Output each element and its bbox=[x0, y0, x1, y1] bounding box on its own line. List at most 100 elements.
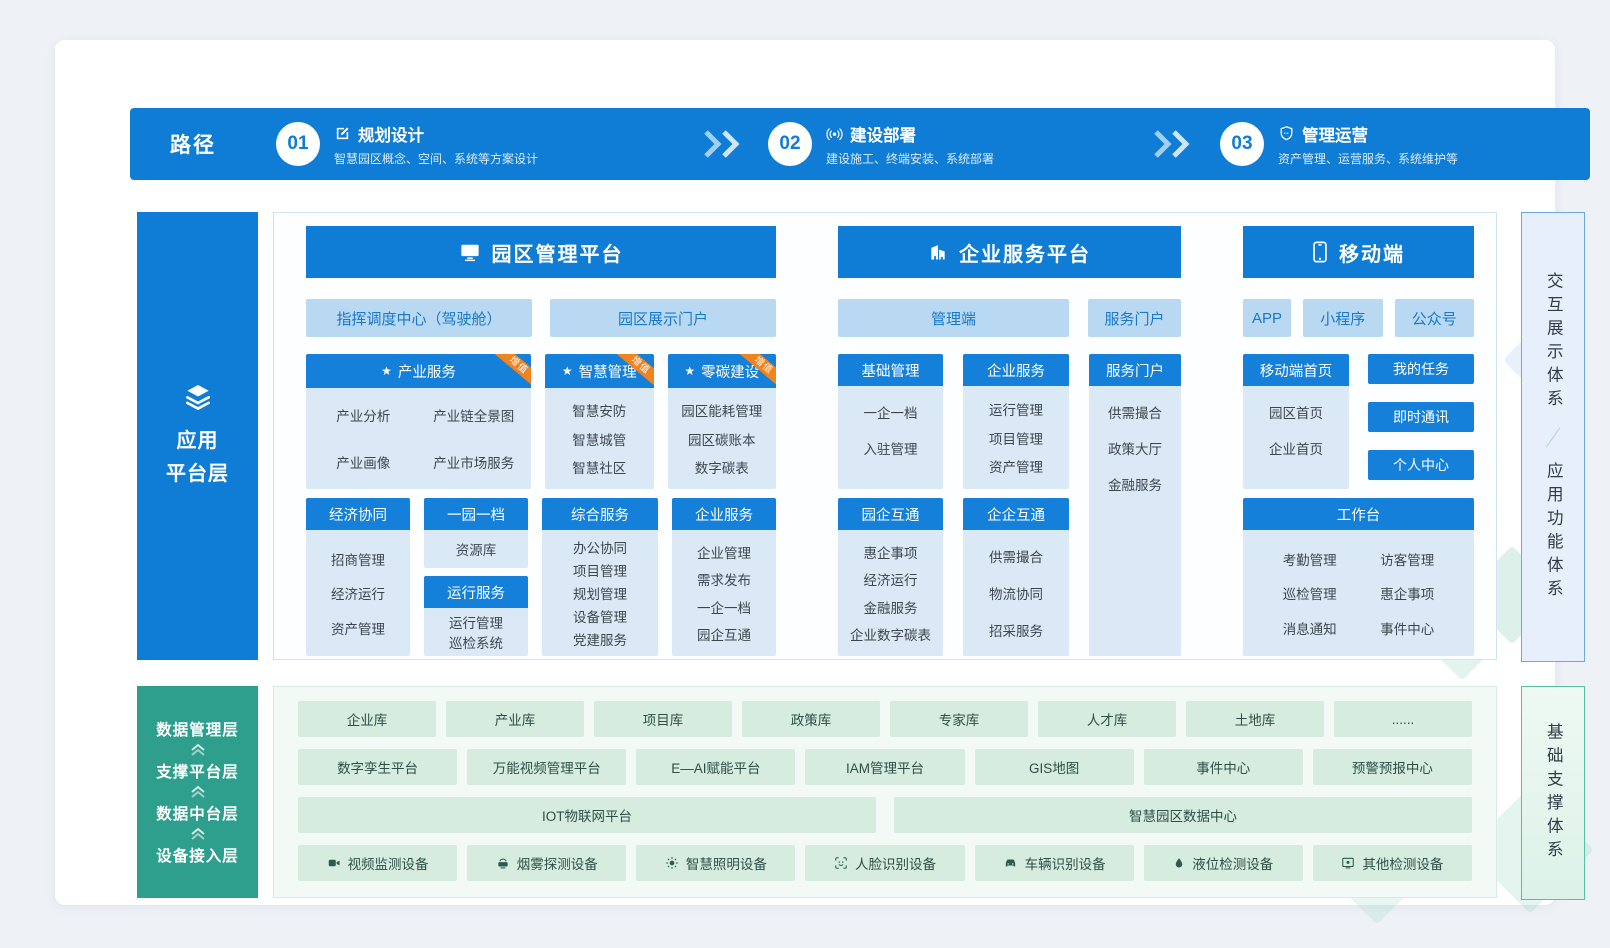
database-box: ...... bbox=[1334, 701, 1472, 737]
step-number-badge: 01 bbox=[276, 122, 320, 166]
application-platform-layer-rail: 应用 平台层 bbox=[137, 212, 258, 660]
step-subtitle: 建设施工、终端安装、系统部署 bbox=[826, 150, 994, 167]
support-platform-row: 数字孪生平台 万能视频管理平台 E—AI赋能平台 IAM管理平台 GIS地图 事… bbox=[298, 749, 1472, 785]
module-item: 巡检系统 bbox=[449, 632, 503, 652]
database-box: 项目库 bbox=[594, 701, 732, 737]
rail-label: 应用功能体系 bbox=[1545, 462, 1562, 603]
module-title: 运行服务 bbox=[424, 576, 528, 608]
module-item: 企业数字碳表 bbox=[850, 624, 931, 644]
platform-box: 事件中心 bbox=[1144, 749, 1303, 785]
module-enterprise-services: 企业服务 运行管理 项目管理 资产管理 bbox=[963, 354, 1069, 489]
module-title: 综合服务 bbox=[542, 498, 658, 530]
module-item: 设备管理 bbox=[573, 606, 627, 626]
path-step-2: 02 建设部署 建设施工、终端安装、系统部署 bbox=[768, 108, 994, 180]
module-enterprise-service: 企业服务 企业管理 需求发布 一企一档 园企互通 bbox=[672, 498, 776, 656]
broadcast-icon bbox=[826, 125, 843, 142]
rail-label: 基础支撑体系 bbox=[1545, 723, 1562, 864]
double-chevron-up-icon bbox=[189, 785, 207, 799]
channel-chip: 公众号 bbox=[1395, 299, 1475, 337]
smoke-detector-icon bbox=[496, 856, 510, 870]
card-item: 产业市场服务 bbox=[433, 452, 514, 472]
module-title: 服务门户 bbox=[1089, 354, 1181, 386]
portal-chip: 指挥调度中心（驾驶舱） bbox=[306, 299, 532, 337]
device-box: 车辆识别设备 bbox=[975, 845, 1134, 881]
path-step-3: 03 管理运营 资产管理、运营服务、系统维护等 bbox=[1220, 108, 1458, 180]
module-item: 规划管理 bbox=[573, 583, 627, 603]
shield-icon bbox=[1278, 125, 1295, 142]
database-box: 人才库 bbox=[1038, 701, 1176, 737]
module-item: 经济运行 bbox=[864, 569, 918, 589]
portal-chip: 服务门户 bbox=[1088, 299, 1181, 337]
module-park-enterprise-link: 园企互通 惠企事项 经济运行 金融服务 企业数字碳表 bbox=[838, 498, 943, 656]
platform-title: 企业服务平台 bbox=[959, 238, 1091, 267]
card-item: 产业链全景图 bbox=[433, 405, 514, 425]
value-card-zero-carbon: ★ 零碳建设 增值 园区能耗管理 园区碳账本 数字碳表 bbox=[668, 354, 777, 489]
module-item: 巡检管理 bbox=[1283, 583, 1337, 603]
module-item: 物流协同 bbox=[989, 583, 1043, 603]
park-platform-header: 园区管理平台 bbox=[306, 226, 776, 278]
module-item: 项目管理 bbox=[989, 428, 1043, 448]
layer-label: 数据管理层 bbox=[156, 718, 239, 740]
rail-label: 交互展示体系 bbox=[1545, 272, 1562, 413]
module-item: 需求发布 bbox=[697, 569, 751, 589]
database-box: 企业库 bbox=[298, 701, 436, 737]
mobile-shortcut-instant-messaging: 即时通讯 bbox=[1368, 402, 1474, 432]
smartphone-icon bbox=[1312, 241, 1328, 263]
layers-icon bbox=[182, 381, 214, 413]
card-item: 园区碳账本 bbox=[688, 429, 756, 449]
card-item: 园区能耗管理 bbox=[681, 400, 762, 420]
module-item: 资源库 bbox=[456, 539, 497, 559]
data-middle-platform-row: IOT物联网平台 智慧园区数据中心 bbox=[298, 797, 1472, 833]
step-title: 规划设计 bbox=[358, 122, 424, 146]
value-card-industry-service: ★ 产业服务 增值 产业分析 产业链全景图 产业画像 产业市场服务 bbox=[306, 354, 531, 489]
path-step-1: 01 规划设计 智慧园区概念、空间、系统等方案设计 bbox=[276, 108, 538, 180]
module-title: 企业服务 bbox=[672, 498, 776, 530]
mobile-group: 移动端 APP 小程序 公众号 移动端首页 园区首页 企业首页 我的任务 bbox=[1243, 226, 1474, 656]
database-row: 企业库 产业库 项目库 政策库 专家库 人才库 土地库 ...... bbox=[298, 701, 1472, 737]
double-chevron-right-icon bbox=[702, 130, 746, 158]
device-label: 人脸识别设备 bbox=[855, 853, 936, 873]
module-title: 企企互通 bbox=[963, 498, 1069, 530]
device-label: 其他检测设备 bbox=[1362, 853, 1443, 873]
card-title: 产业服务 bbox=[398, 361, 456, 382]
module-item: 惠企事项 bbox=[864, 542, 918, 562]
face-icon bbox=[834, 856, 848, 870]
module-item: 供需撮合 bbox=[1108, 402, 1162, 422]
card-item: 智慧安防 bbox=[572, 400, 626, 420]
video-camera-icon bbox=[327, 856, 341, 870]
layer-label: 支撑平台层 bbox=[156, 760, 239, 782]
platform-title: 园区管理平台 bbox=[492, 238, 624, 267]
module-title: 一园一档 bbox=[424, 498, 528, 530]
module-title: 经济协同 bbox=[306, 498, 410, 530]
module-one-park-one-file: 一园一档 资源库 bbox=[424, 498, 528, 568]
module-item: 企业管理 bbox=[697, 542, 751, 562]
module-item: 金融服务 bbox=[864, 597, 918, 617]
platform-box: 万能视频管理平台 bbox=[467, 749, 626, 785]
device-box: 视频监测设备 bbox=[298, 845, 457, 881]
card-item: 产业画像 bbox=[336, 452, 390, 472]
value-added-ribbon: 增值 bbox=[492, 354, 531, 388]
foundation-support-rail: 基础支撑体系 bbox=[1521, 686, 1585, 900]
portal-chip: 管理端 bbox=[838, 299, 1069, 337]
module-item: 供需撮合 bbox=[989, 546, 1043, 566]
database-box: 产业库 bbox=[446, 701, 584, 737]
module-item: 一企一档 bbox=[697, 597, 751, 617]
platform-box: IOT物联网平台 bbox=[298, 797, 876, 833]
module-enterprise-enterprise-link: 企企互通 供需撮合 物流协同 招采服务 bbox=[963, 498, 1069, 656]
device-label: 烟雾探测设备 bbox=[517, 853, 598, 873]
layer-label: 设备接入层 bbox=[156, 844, 239, 866]
building-icon bbox=[928, 242, 948, 262]
rail-divider bbox=[1546, 427, 1561, 447]
module-title: 企业服务 bbox=[963, 354, 1069, 386]
edit-icon bbox=[334, 125, 351, 142]
module-comprehensive-service: 综合服务 办公协同 项目管理 规划管理 设备管理 党建服务 bbox=[542, 498, 658, 656]
module-item: 入驻管理 bbox=[864, 438, 918, 458]
database-box: 政策库 bbox=[742, 701, 880, 737]
module-operation-service: 运行服务 运行管理 巡检系统 bbox=[424, 576, 528, 656]
droplet-icon bbox=[1173, 856, 1185, 870]
step-number-badge: 02 bbox=[768, 122, 812, 166]
device-box: 智慧照明设备 bbox=[636, 845, 795, 881]
module-title: 工作台 bbox=[1243, 498, 1474, 530]
device-icon bbox=[1341, 856, 1355, 870]
module-item: 惠企事项 bbox=[1380, 583, 1434, 603]
